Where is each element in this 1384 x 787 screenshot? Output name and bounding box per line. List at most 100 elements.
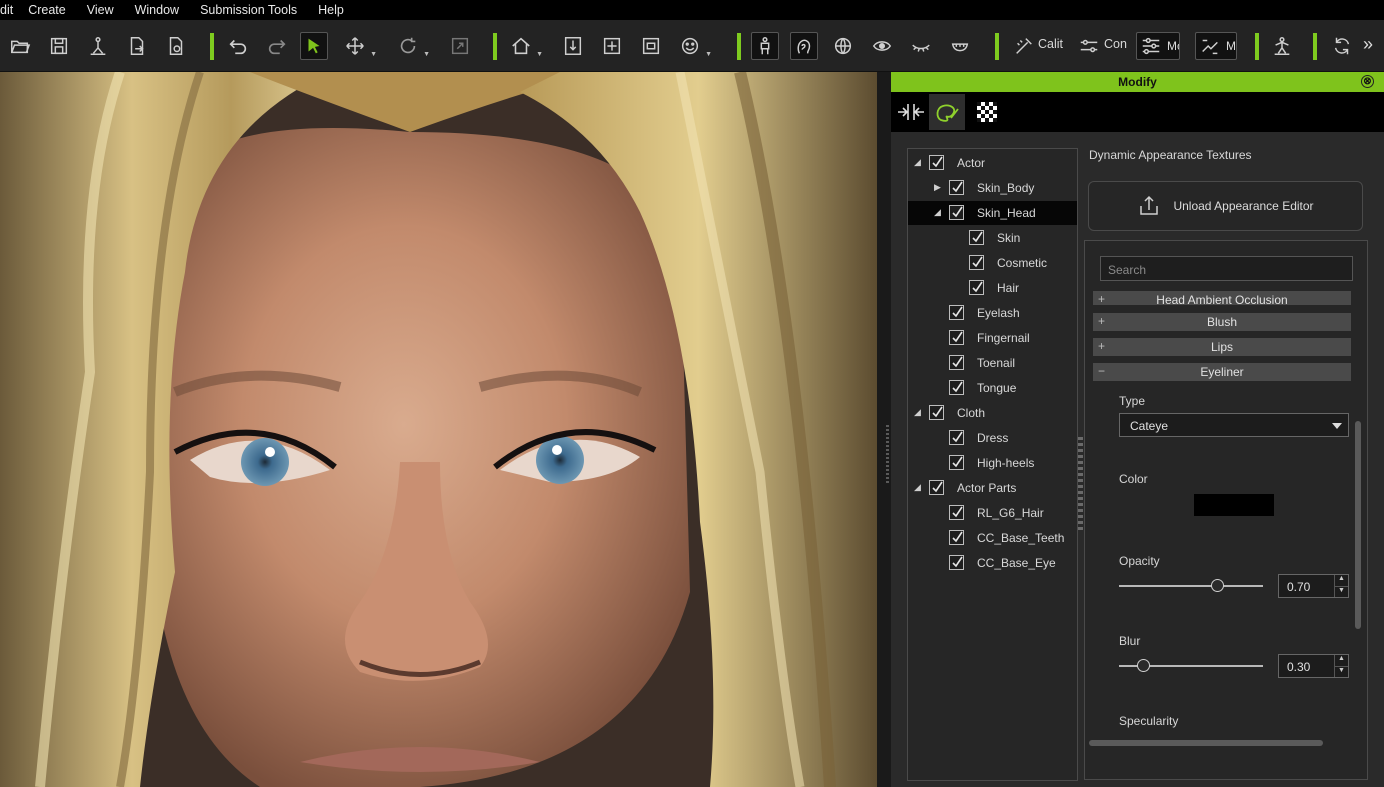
increment-icon[interactable]: ▲ xyxy=(1334,575,1348,586)
visibility-checkbox[interactable] xyxy=(929,155,944,170)
visibility-checkbox[interactable] xyxy=(949,205,964,220)
tree-item[interactable]: CC_Base_Eye xyxy=(908,551,1077,575)
tree-item[interactable]: Eyelash xyxy=(908,301,1077,325)
visibility-checkbox[interactable] xyxy=(949,555,964,570)
type-dropdown[interactable]: Cateye xyxy=(1119,413,1349,437)
home-icon[interactable]: ▼ xyxy=(507,32,543,60)
visibility-checkbox[interactable] xyxy=(949,505,964,520)
tree-item[interactable]: Tongue xyxy=(908,376,1077,400)
visibility-checkbox[interactable] xyxy=(949,530,964,545)
select-icon[interactable] xyxy=(300,32,328,60)
accordion-eyeliner[interactable]: − Eyeliner xyxy=(1093,363,1351,381)
collapse-arrow-icon[interactable]: ◢ xyxy=(934,207,941,218)
eyelash-icon[interactable] xyxy=(907,32,935,60)
opacity-spinbox[interactable]: 0.70 ▲ ▼ xyxy=(1278,574,1349,598)
blur-slider-handle[interactable] xyxy=(1137,659,1151,672)
calibrate-icon[interactable] xyxy=(1010,32,1038,60)
menu-view[interactable]: View xyxy=(87,3,114,17)
tree-item[interactable]: Hair xyxy=(908,276,1077,300)
tree-splitter-grip[interactable] xyxy=(1078,437,1083,532)
accordion-head-ambient-occlusion[interactable]: + Head Ambient Occlusion xyxy=(1093,291,1351,305)
collapse-arrow-icon[interactable]: ◢ xyxy=(914,407,921,418)
visibility-checkbox[interactable] xyxy=(969,230,984,245)
blur-slider[interactable] xyxy=(1119,659,1263,672)
decrement-icon[interactable]: ▼ xyxy=(1334,666,1348,677)
open-icon[interactable] xyxy=(6,32,34,60)
opacity-slider-handle[interactable] xyxy=(1210,579,1224,592)
visibility-checkbox[interactable] xyxy=(949,355,964,370)
tree-item[interactable]: Dress xyxy=(908,426,1077,450)
modify-toggle-icon[interactable]: Mo xyxy=(1136,32,1180,60)
visibility-checkbox[interactable] xyxy=(969,255,984,270)
export-icon[interactable] xyxy=(123,32,151,60)
horizontal-scrollbar[interactable] xyxy=(1089,740,1323,746)
vertical-scrollbar[interactable] xyxy=(1355,421,1361,629)
visibility-checkbox[interactable] xyxy=(949,330,964,345)
tree-item[interactable]: High-heels xyxy=(908,451,1077,475)
tab-texture-icon[interactable] xyxy=(969,94,1005,130)
head-icon[interactable] xyxy=(790,32,818,60)
menu-submission-tools[interactable]: Submission Tools xyxy=(200,3,297,17)
visibility-checkbox[interactable] xyxy=(949,305,964,320)
3d-viewport[interactable] xyxy=(0,72,877,787)
color-swatch[interactable] xyxy=(1194,494,1274,516)
teeth-icon[interactable] xyxy=(946,32,974,60)
splitter-grip[interactable] xyxy=(886,425,889,485)
tree-item[interactable]: Cosmetic xyxy=(908,251,1077,275)
controls-icon[interactable] xyxy=(1075,32,1103,60)
unload-appearance-editor-button[interactable]: Unload Appearance Editor xyxy=(1088,181,1363,231)
eye-icon[interactable] xyxy=(868,32,896,60)
collapse-arrow-icon[interactable]: ◢ xyxy=(914,482,921,493)
tab-appearance-icon[interactable] xyxy=(929,94,965,130)
search-input[interactable]: Search xyxy=(1100,256,1353,281)
toolbar-overflow-button[interactable]: » xyxy=(1363,34,1373,55)
tree-item[interactable]: Toenail xyxy=(908,351,1077,375)
menu-window[interactable]: Window xyxy=(135,3,179,17)
pose-icon[interactable] xyxy=(1268,32,1296,60)
expand-arrow-icon[interactable]: ▶ xyxy=(934,182,941,193)
tree-item[interactable]: RL_G6_Hair xyxy=(908,501,1077,525)
undo-icon[interactable] xyxy=(224,32,252,60)
calibrate-label[interactable]: Calit xyxy=(1038,37,1068,51)
tree-item[interactable]: ▶ Skin_Body xyxy=(908,176,1077,200)
controls-label[interactable]: Con xyxy=(1104,37,1128,51)
blur-spinbox[interactable]: 0.30 ▲ ▼ xyxy=(1278,654,1349,678)
menu-help[interactable]: Help xyxy=(318,3,344,17)
tab-transform-icon[interactable] xyxy=(893,94,929,130)
tree-item[interactable]: ◢ Actor xyxy=(908,151,1077,175)
visibility-checkbox[interactable] xyxy=(949,180,964,195)
close-icon[interactable]: ⊗ xyxy=(1361,75,1374,88)
tree-item[interactable]: ◢ Skin_Head xyxy=(908,201,1077,225)
tree-item[interactable]: ◢ Actor Parts xyxy=(908,476,1077,500)
tree-item[interactable]: ◢ Cloth xyxy=(908,401,1077,425)
align-icon[interactable] xyxy=(598,32,626,60)
visibility-checkbox[interactable] xyxy=(949,455,964,470)
visibility-checkbox[interactable] xyxy=(929,405,944,420)
accordion-lips[interactable]: + Lips xyxy=(1093,338,1351,356)
menu-create[interactable]: Create xyxy=(28,3,66,17)
tree-item[interactable]: CC_Base_Teeth xyxy=(908,526,1077,550)
import-character-icon[interactable] xyxy=(84,32,112,60)
redo-icon[interactable] xyxy=(263,32,291,60)
tree-item[interactable]: Fingernail xyxy=(908,326,1077,350)
opacity-slider[interactable] xyxy=(1119,579,1263,592)
face-icon[interactable]: ▼ xyxy=(676,32,712,60)
visibility-checkbox[interactable] xyxy=(949,430,964,445)
increment-icon[interactable]: ▲ xyxy=(1334,655,1348,666)
move-icon[interactable]: ▼ xyxy=(341,32,377,60)
globe-icon[interactable] xyxy=(829,32,857,60)
menu-edit[interactable]: dit xyxy=(0,3,13,17)
visibility-checkbox[interactable] xyxy=(949,380,964,395)
visibility-checkbox[interactable] xyxy=(969,280,984,295)
refresh-icon[interactable] xyxy=(1328,32,1356,60)
visibility-checkbox[interactable] xyxy=(929,480,944,495)
tree-item[interactable]: Skin xyxy=(908,226,1077,250)
drop-to-floor-icon[interactable] xyxy=(559,32,587,60)
attach-icon[interactable] xyxy=(637,32,665,60)
body-icon[interactable] xyxy=(751,32,779,60)
export-settings-icon[interactable] xyxy=(162,32,190,60)
rotate-icon[interactable]: ▼ xyxy=(394,32,430,60)
save-icon[interactable] xyxy=(45,32,73,60)
decrement-icon[interactable]: ▼ xyxy=(1334,586,1348,597)
scale-icon[interactable] xyxy=(446,32,474,60)
